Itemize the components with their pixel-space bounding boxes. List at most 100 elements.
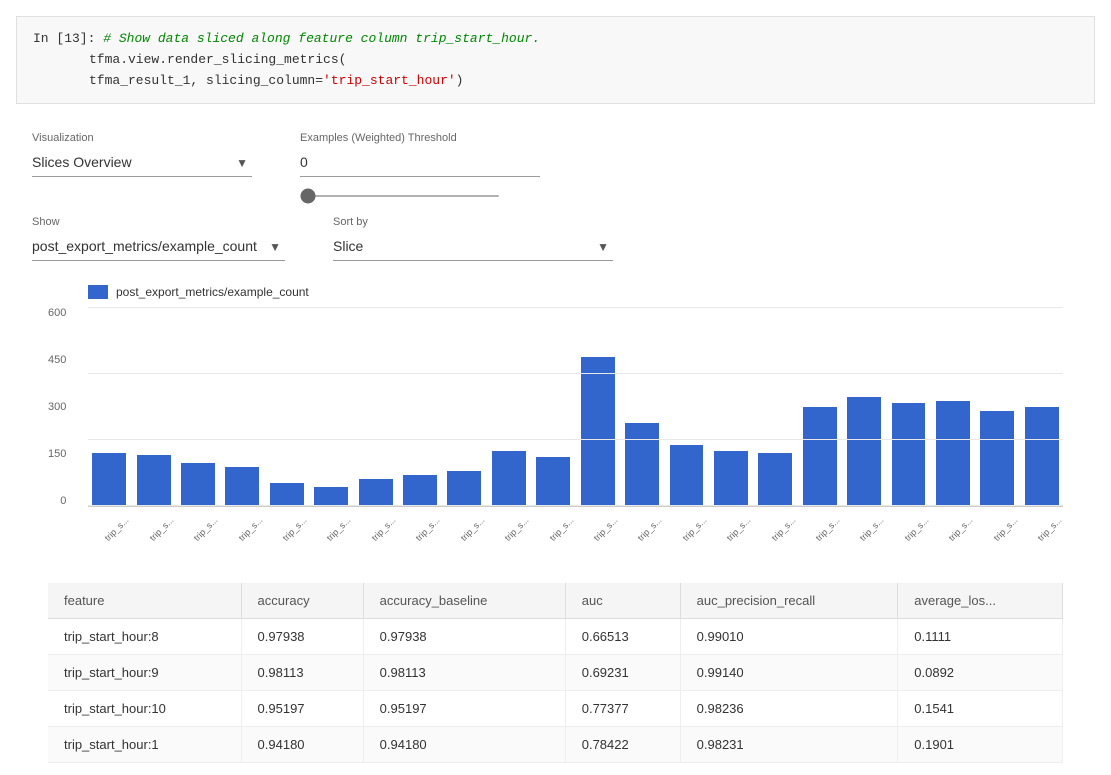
y-axis: 600 450 300 150 0 <box>48 307 70 507</box>
x-label-6: trip_s... <box>370 515 398 543</box>
bar-8 <box>447 471 481 507</box>
table-cell-0-2: 0.97938 <box>363 619 565 655</box>
visualization-group: Visualization Slices Overview Metrics Hi… <box>32 132 252 177</box>
x-label-16: trip_s... <box>814 515 842 543</box>
chart-wrapper: 600 450 300 150 0 <box>88 307 1063 507</box>
x-label-cell-19: trip_s... <box>932 511 974 525</box>
col-accuracy-baseline: accuracy_baseline <box>363 583 565 619</box>
bar-21 <box>1025 407 1059 507</box>
sort-by-group: Sort by Slice Metric Value ▼ <box>333 216 613 261</box>
y-label-450: 450 <box>48 354 66 366</box>
data-table-wrapper: feature accuracy accuracy_baseline auc a… <box>48 583 1063 763</box>
show-group: Show post_export_metrics/example_count a… <box>32 216 285 261</box>
x-label-13: trip_s... <box>680 515 708 543</box>
table-cell-0-3: 0.66513 <box>565 619 680 655</box>
bar-4 <box>270 483 304 507</box>
bar-col-11 <box>576 307 618 506</box>
table-cell-0-4: 0.99010 <box>680 619 898 655</box>
widget-area: Visualization Slices Overview Metrics Hi… <box>0 120 1111 775</box>
x-label-21: trip_s... <box>1036 515 1064 543</box>
x-label-12: trip_s... <box>636 515 664 543</box>
table-header-row: feature accuracy accuracy_baseline auc a… <box>48 583 1063 619</box>
bar-col-21 <box>1021 307 1063 506</box>
table-cell-1-2: 0.98113 <box>363 655 565 691</box>
bar-16 <box>803 407 837 507</box>
bar-7 <box>403 475 437 507</box>
table-cell-1-1: 0.98113 <box>241 655 363 691</box>
x-label-11: trip_s... <box>592 515 620 543</box>
x-label-cell-12: trip_s... <box>621 511 663 525</box>
bar-col-20 <box>976 307 1018 506</box>
col-accuracy: accuracy <box>241 583 363 619</box>
table-cell-0-0: trip_start_hour:8 <box>48 619 241 655</box>
table-row: trip_start_hour:100.951970.951970.773770… <box>48 691 1063 727</box>
bar-col-12 <box>621 307 663 506</box>
x-label-cell-9: trip_s... <box>488 511 530 525</box>
table-cell-3-5: 0.1901 <box>898 727 1063 763</box>
code-line1-comment: # Show data sliced along feature column … <box>103 31 540 46</box>
bar-6 <box>359 479 393 507</box>
bar-12 <box>625 423 659 507</box>
bar-15 <box>758 453 792 507</box>
bar-2 <box>181 463 215 507</box>
y-label-150: 150 <box>48 448 66 460</box>
table-cell-3-0: trip_start_hour:1 <box>48 727 241 763</box>
x-label-cell-5: trip_s... <box>310 511 352 525</box>
bar-col-3 <box>221 307 263 506</box>
bar-5 <box>314 487 348 507</box>
x-label-cell-3: trip_s... <box>221 511 263 525</box>
bar-0 <box>92 453 126 507</box>
chart-legend: post_export_metrics/example_count <box>88 285 1063 299</box>
table-row: trip_start_hour:90.981130.981130.692310.… <box>48 655 1063 691</box>
x-label-4: trip_s... <box>281 515 309 543</box>
table-cell-2-1: 0.95197 <box>241 691 363 727</box>
table-cell-2-3: 0.77377 <box>565 691 680 727</box>
x-label-0: trip_s... <box>103 515 131 543</box>
x-label-7: trip_s... <box>414 515 442 543</box>
table-cell-3-1: 0.94180 <box>241 727 363 763</box>
show-select[interactable]: post_export_metrics/example_count accura… <box>32 232 285 261</box>
sort-by-dropdown-wrapper: Slice Metric Value ▼ <box>333 232 613 261</box>
table-cell-3-3: 0.78422 <box>565 727 680 763</box>
x-label-18: trip_s... <box>902 515 930 543</box>
x-label-cell-13: trip_s... <box>665 511 707 525</box>
x-label-cell-7: trip_s... <box>399 511 441 525</box>
x-label-cell-4: trip_s... <box>266 511 308 525</box>
table-cell-0-5: 0.1111 <box>898 619 1063 655</box>
legend-label: post_export_metrics/example_count <box>116 285 309 299</box>
slider-wrapper <box>300 185 540 200</box>
x-label-cell-0: trip_s... <box>88 511 130 525</box>
visualization-select[interactable]: Slices Overview Metrics Histogram Time S… <box>32 148 252 177</box>
sort-by-label: Sort by <box>333 216 613 228</box>
table-row: trip_start_hour:80.979380.979380.665130.… <box>48 619 1063 655</box>
sort-by-select[interactable]: Slice Metric Value <box>333 232 613 261</box>
threshold-slider[interactable] <box>300 195 500 197</box>
x-label-cell-1: trip_s... <box>132 511 174 525</box>
code-line3-string: 'trip_start_hour' <box>323 73 456 88</box>
visualization-label: Visualization <box>32 132 252 144</box>
x-label-cell-18: trip_s... <box>887 511 929 525</box>
bar-col-4 <box>266 307 308 506</box>
x-label-cell-8: trip_s... <box>443 511 485 525</box>
table-cell-2-2: 0.95197 <box>363 691 565 727</box>
table-cell-0-1: 0.97938 <box>241 619 363 655</box>
bar-20 <box>980 411 1014 507</box>
x-label-17: trip_s... <box>858 515 886 543</box>
bar-col-10 <box>532 307 574 506</box>
col-feature: feature <box>48 583 241 619</box>
x-label-cell-21: trip_s... <box>1021 511 1063 525</box>
col-auc-precision-recall: auc_precision_recall <box>680 583 898 619</box>
table-cell-2-4: 0.98236 <box>680 691 898 727</box>
x-label-cell-20: trip_s... <box>976 511 1018 525</box>
x-label-8: trip_s... <box>458 515 486 543</box>
threshold-input[interactable] <box>300 148 540 177</box>
bar-col-17 <box>843 307 885 506</box>
x-label-3: trip_s... <box>236 515 264 543</box>
visualization-dropdown-wrapper: Slices Overview Metrics Histogram Time S… <box>32 148 252 177</box>
code-prompt: In [13]: <box>33 31 95 46</box>
bar-17 <box>847 397 881 506</box>
col-auc: auc <box>565 583 680 619</box>
x-label-14: trip_s... <box>725 515 753 543</box>
threshold-label: Examples (Weighted) Threshold <box>300 132 540 144</box>
chart-area: post_export_metrics/example_count 600 45… <box>32 285 1079 567</box>
